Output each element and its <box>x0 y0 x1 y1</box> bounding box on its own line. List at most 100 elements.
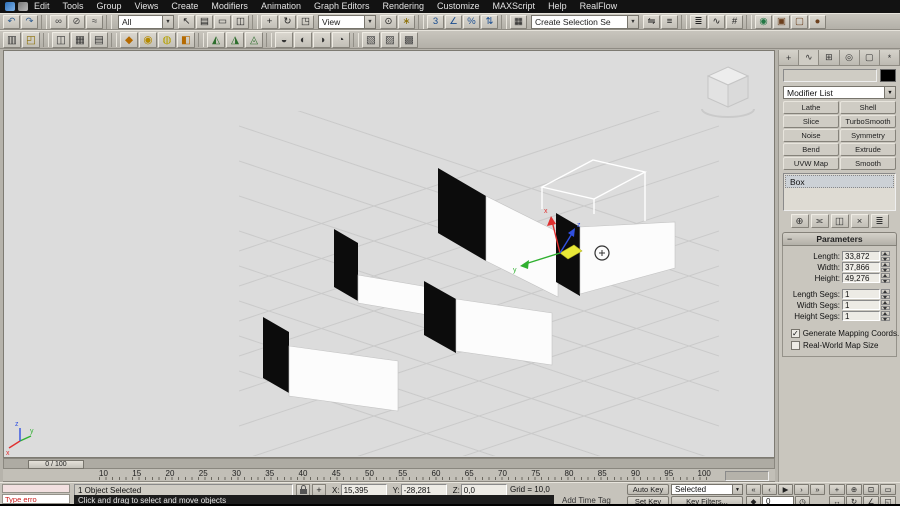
app-logo-icon[interactable] <box>5 2 15 11</box>
material-editor-icon[interactable]: ◉ <box>755 14 772 29</box>
tab-display[interactable]: ▢ <box>859 50 880 65</box>
undo-icon[interactable]: ↶ <box>3 14 20 29</box>
select-and-manipulate-icon[interactable]: ∗ <box>398 14 415 29</box>
percent-snap-icon[interactable]: % <box>463 14 480 29</box>
modifier-list-dropdown[interactable]: Modifier List ▼ <box>783 86 896 99</box>
auto-key-button[interactable]: Auto Key <box>627 484 669 495</box>
param-field[interactable]: 1 <box>842 311 880 321</box>
spinner-snap-icon[interactable]: ⇅ <box>481 14 498 29</box>
menu-item[interactable]: Modifiers <box>211 0 248 13</box>
array-icon[interactable]: ▦ <box>71 31 89 48</box>
modifier-preset-button[interactable]: Slice <box>783 115 839 128</box>
schematic-view-icon[interactable]: # <box>726 14 743 29</box>
track-bar[interactable]: 0 / 100 <box>3 458 775 469</box>
rendered-frame-icon[interactable]: ▢ <box>791 14 808 29</box>
zoom-all-icon[interactable]: ⊕ <box>846 484 862 495</box>
menu-item[interactable]: Animation <box>261 0 301 13</box>
menu-item[interactable]: Edit <box>34 0 50 13</box>
select-and-link-icon[interactable]: ∞ <box>50 14 67 29</box>
extra-tool-icon[interactable]: ▨ <box>381 31 399 48</box>
selection-filter-dropdown[interactable]: All ▼ <box>118 14 174 29</box>
tab-motion[interactable]: ◎ <box>839 50 860 65</box>
maxscript-mini-listener[interactable] <box>2 484 70 493</box>
phoenix-icon[interactable]: ◐ <box>294 31 312 48</box>
scene-explorer-icon[interactable]: ▥ <box>3 31 21 48</box>
modifier-preset-button[interactable]: Smooth <box>840 157 896 170</box>
object-color-swatch[interactable] <box>880 69 896 82</box>
select-and-scale-icon[interactable]: ◳ <box>297 14 314 29</box>
menu-item[interactable]: Graph Editors <box>314 0 370 13</box>
reference-coordinate-dropdown[interactable]: View ▼ <box>318 14 376 29</box>
menu-item[interactable]: Help <box>548 0 567 13</box>
select-and-move-icon[interactable]: + <box>261 14 278 29</box>
go-to-start-button[interactable]: « <box>746 484 761 495</box>
selection-region-icon[interactable]: ▭ <box>214 14 231 29</box>
tab-modify[interactable]: ∿ <box>799 50 820 65</box>
modifier-preset-button[interactable]: Bend <box>783 143 839 156</box>
rayfire-icon[interactable]: ◆ <box>120 31 138 48</box>
play-button[interactable]: ▶ <box>778 484 793 495</box>
param-field[interactable]: 49,276 <box>842 273 880 283</box>
frost-icon[interactable]: ◧ <box>177 31 195 48</box>
fumefx-icon[interactable]: ◉ <box>139 31 157 48</box>
previous-frame-button[interactable]: ‹ <box>762 484 777 495</box>
select-and-rotate-icon[interactable]: ↻ <box>279 14 296 29</box>
realflow-export-icon[interactable]: ◬ <box>245 31 263 48</box>
realflow-mesh-icon[interactable]: ◭ <box>207 31 225 48</box>
spinner[interactable] <box>881 262 890 272</box>
param-field[interactable]: 37,866 <box>842 262 880 272</box>
maxscript-listener-error[interactable]: Type erro <box>2 494 70 504</box>
menu-item[interactable]: Create <box>171 0 198 13</box>
configure-stack-icon[interactable]: ≣ <box>870 214 889 228</box>
zoom-extents-icon[interactable]: ⊡ <box>863 484 879 495</box>
param-field[interactable]: 1 <box>842 300 880 310</box>
app-secondary-icon[interactable] <box>18 2 28 11</box>
menu-item[interactable]: RealFlow <box>580 0 618 13</box>
redo-icon[interactable]: ↷ <box>21 14 38 29</box>
spinner[interactable] <box>881 311 890 321</box>
menu-item[interactable]: Group <box>97 0 122 13</box>
use-pivot-center-icon[interactable]: ⊙ <box>380 14 397 29</box>
menu-item[interactable]: Tools <box>63 0 84 13</box>
align-icon[interactable]: ≡ <box>661 14 678 29</box>
modifier-stack[interactable]: Box <box>783 173 896 211</box>
angle-snap-icon[interactable]: ∠ <box>445 14 462 29</box>
multiscatter-icon[interactable]: ◑ <box>313 31 331 48</box>
menu-item[interactable]: Customize <box>437 0 480 13</box>
make-unique-icon[interactable]: ◫ <box>830 214 849 228</box>
tab-hierarchy[interactable]: ⊞ <box>819 50 840 65</box>
pin-stack-icon[interactable]: ⊕ <box>790 214 809 228</box>
forestpack-icon[interactable]: ◔ <box>332 31 350 48</box>
container-icon[interactable]: ◰ <box>22 31 40 48</box>
render-setup-icon[interactable]: ▣ <box>773 14 790 29</box>
scene-wall-boxes[interactable] <box>263 168 676 412</box>
rollout-header[interactable]: − Parameters <box>782 232 897 246</box>
snapshot-icon[interactable]: ◫ <box>52 31 70 48</box>
show-end-result-icon[interactable]: ≍ <box>810 214 829 228</box>
zoom-icon[interactable]: + <box>829 484 845 495</box>
snap-toggle-3d-icon[interactable]: 3 <box>427 14 444 29</box>
spinner[interactable] <box>881 251 890 261</box>
modifier-preset-button[interactable]: UVW Map <box>783 157 839 170</box>
animate-selected-dropdown[interactable]: Selected ▼ <box>671 484 743 495</box>
menu-item[interactable]: MAXScript <box>493 0 536 13</box>
menu-item[interactable]: Views <box>135 0 159 13</box>
modifier-preset-button[interactable]: Symmetry <box>840 129 896 142</box>
modifier-stack-item[interactable]: Box <box>785 175 894 188</box>
remove-modifier-icon[interactable]: × <box>850 214 869 228</box>
named-selection-sets-dropdown[interactable]: Create Selection Se ▼ <box>531 14 639 29</box>
tab-utilities[interactable]: * <box>879 50 900 65</box>
modifier-preset-button[interactable]: Extrude <box>840 143 896 156</box>
select-by-name-icon[interactable]: ▤ <box>196 14 213 29</box>
spacing-tool-icon[interactable]: ▤ <box>90 31 108 48</box>
time-slider[interactable]: 0 / 100 <box>28 460 84 469</box>
object-name-field[interactable] <box>783 69 877 82</box>
modifier-preset-button[interactable]: Shell <box>840 101 896 114</box>
curve-editor-icon[interactable]: ∿ <box>708 14 725 29</box>
mirror-icon[interactable]: ⇋ <box>643 14 660 29</box>
perspective-viewport[interactable]: x y z x y z <box>3 50 775 458</box>
krakatoa-icon[interactable]: ◍ <box>158 31 176 48</box>
param-field[interactable]: 33,872 <box>842 251 880 261</box>
spinner[interactable] <box>881 300 890 310</box>
go-to-end-button[interactable]: » <box>810 484 825 495</box>
